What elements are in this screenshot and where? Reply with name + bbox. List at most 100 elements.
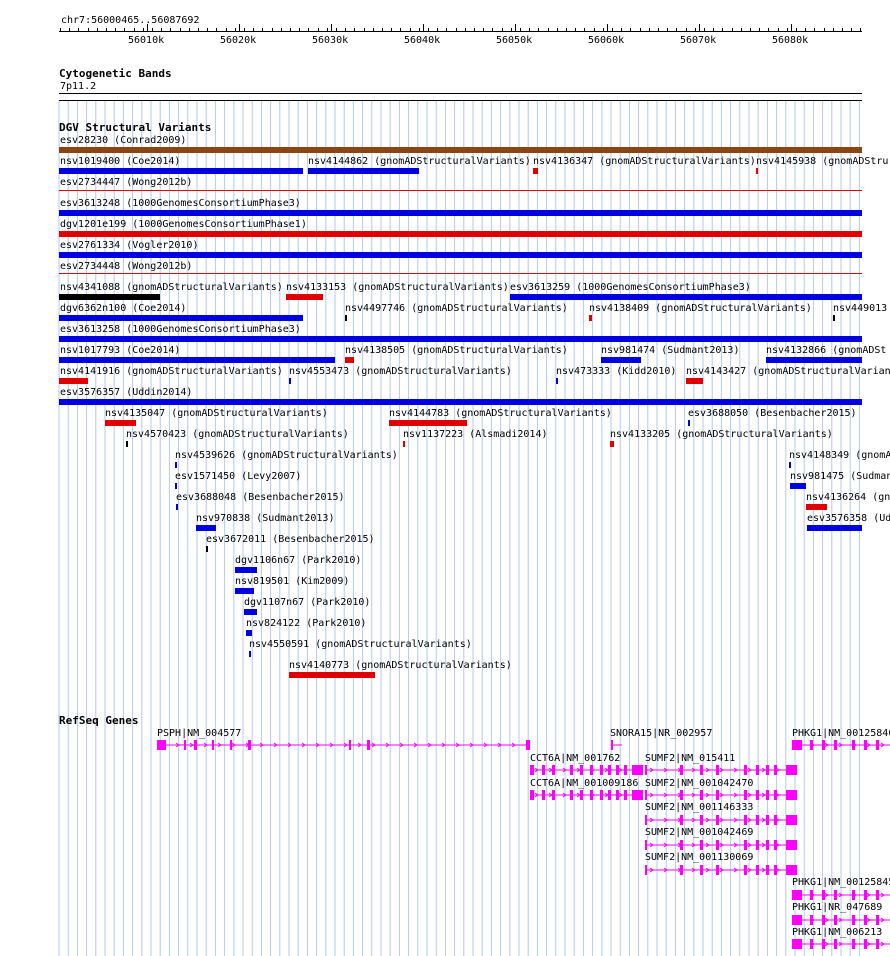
- gene-exon: [822, 740, 825, 750]
- gene-exon: [700, 790, 703, 800]
- gene-exon: [632, 790, 643, 800]
- gene-exon: [590, 790, 593, 800]
- gene-exon: [680, 815, 683, 825]
- gene-exon: [852, 740, 855, 750]
- gene-exon: [792, 890, 802, 900]
- gene-exon: [774, 815, 777, 825]
- gene-exon: [645, 840, 647, 850]
- gene-exon: [530, 790, 534, 800]
- gene-exon: [608, 765, 611, 775]
- gene-exon: [766, 765, 769, 775]
- gene-exon: [766, 840, 769, 850]
- gene-exon: [632, 765, 643, 775]
- gene-label[interactable]: PHKG1|NR_047689: [792, 902, 882, 913]
- gene-exon: [774, 765, 777, 775]
- gene-exon: [645, 765, 647, 775]
- gene-exon: [349, 740, 351, 750]
- gene-exon: [608, 790, 611, 800]
- gene-exon: [810, 890, 813, 900]
- gene-exon: [680, 765, 683, 775]
- gene-exon: [774, 865, 777, 875]
- gene-exon: [744, 840, 747, 850]
- gene-exon: [864, 915, 867, 925]
- gene-exon: [756, 765, 759, 775]
- gene-exon: [822, 890, 825, 900]
- gene-exon: [756, 865, 759, 875]
- gene-exon: [786, 840, 797, 850]
- gene-exon: [624, 765, 627, 775]
- gene-exon: [864, 939, 867, 949]
- gene-exon: [876, 740, 879, 750]
- gene-exon: [810, 740, 813, 750]
- gene-exon: [700, 815, 703, 825]
- gene-label[interactable]: PSPH|NM_004577: [157, 728, 241, 739]
- gene-exon: [716, 765, 719, 775]
- gene-label[interactable]: SUMF2|NM_001146333: [645, 802, 753, 813]
- gene-exon: [645, 790, 647, 800]
- gene-exon: [552, 790, 555, 800]
- gene-exon: [810, 915, 813, 925]
- gene-exon: [212, 740, 214, 750]
- gene-exon: [756, 840, 759, 850]
- gene-exon: [716, 865, 719, 875]
- gene-label[interactable]: SUMF2|NM_015411: [645, 753, 735, 764]
- gene-label[interactable]: PHKG1|NM_00125846: [792, 728, 890, 739]
- gene-exon: [645, 815, 647, 825]
- gene-exon: [744, 790, 747, 800]
- gene-exon: [786, 815, 797, 825]
- gene-exon: [864, 890, 867, 900]
- gene-exon: [680, 790, 683, 800]
- gene-exon: [230, 740, 232, 750]
- gene-exon: [248, 740, 251, 750]
- gene-label[interactable]: SUMF2|NM_001042469: [645, 827, 753, 838]
- gene-exon: [157, 740, 166, 750]
- gene-exon: [876, 939, 879, 949]
- gene-exon: [367, 740, 370, 750]
- gene-exon: [786, 865, 797, 875]
- gene-exon: [834, 915, 837, 925]
- gene-exon: [744, 765, 747, 775]
- gene-exon: [611, 740, 613, 750]
- gene-exon: [716, 790, 719, 800]
- gene-exon: [194, 740, 197, 750]
- gene-exon: [570, 765, 573, 775]
- gene-exon: [876, 890, 879, 900]
- gene-exon: [542, 765, 545, 775]
- gene-exon: [530, 765, 534, 775]
- gene-label[interactable]: SUMF2|NM_001130069: [645, 852, 753, 863]
- gene-label[interactable]: CCT6A|NM_001009186: [530, 778, 638, 789]
- gene-exon: [716, 815, 719, 825]
- gene-exon: [852, 890, 855, 900]
- gene-label[interactable]: CCT6A|NM_001762: [530, 753, 620, 764]
- gene-exon: [834, 740, 837, 750]
- gene-exon: [600, 765, 603, 775]
- gene-label[interactable]: SNORA15|NR_002957: [610, 728, 712, 739]
- gene-exon: [680, 840, 683, 850]
- gene-exon: [852, 939, 855, 949]
- gene-exon: [792, 939, 802, 949]
- gene-exon: [756, 790, 759, 800]
- gene-exon: [700, 840, 703, 850]
- gene-exon: [792, 740, 802, 750]
- gene-exon: [852, 915, 855, 925]
- gene-exon: [580, 765, 583, 775]
- gene-exon: [744, 815, 747, 825]
- gene-exon: [792, 915, 802, 925]
- gene-exon: [822, 915, 825, 925]
- gene-exon: [774, 790, 777, 800]
- gene-label[interactable]: PHKG1|NM_00125845: [792, 877, 890, 888]
- gene-exon: [624, 790, 627, 800]
- gene-label[interactable]: SUMF2|NM_001042470: [645, 778, 753, 789]
- gene-exon: [716, 840, 719, 850]
- gene-exon: [542, 790, 545, 800]
- gene-exon: [184, 740, 186, 750]
- gene-label[interactable]: PHKG1|NM_006213: [792, 927, 882, 938]
- gene-exon: [616, 765, 619, 775]
- gene-exon: [766, 815, 769, 825]
- gene-exon: [756, 815, 759, 825]
- gene-exon: [766, 865, 769, 875]
- gene-exon: [552, 765, 555, 775]
- gene-exon: [580, 790, 583, 800]
- gene-exon: [570, 790, 573, 800]
- gene-exon: [864, 740, 867, 750]
